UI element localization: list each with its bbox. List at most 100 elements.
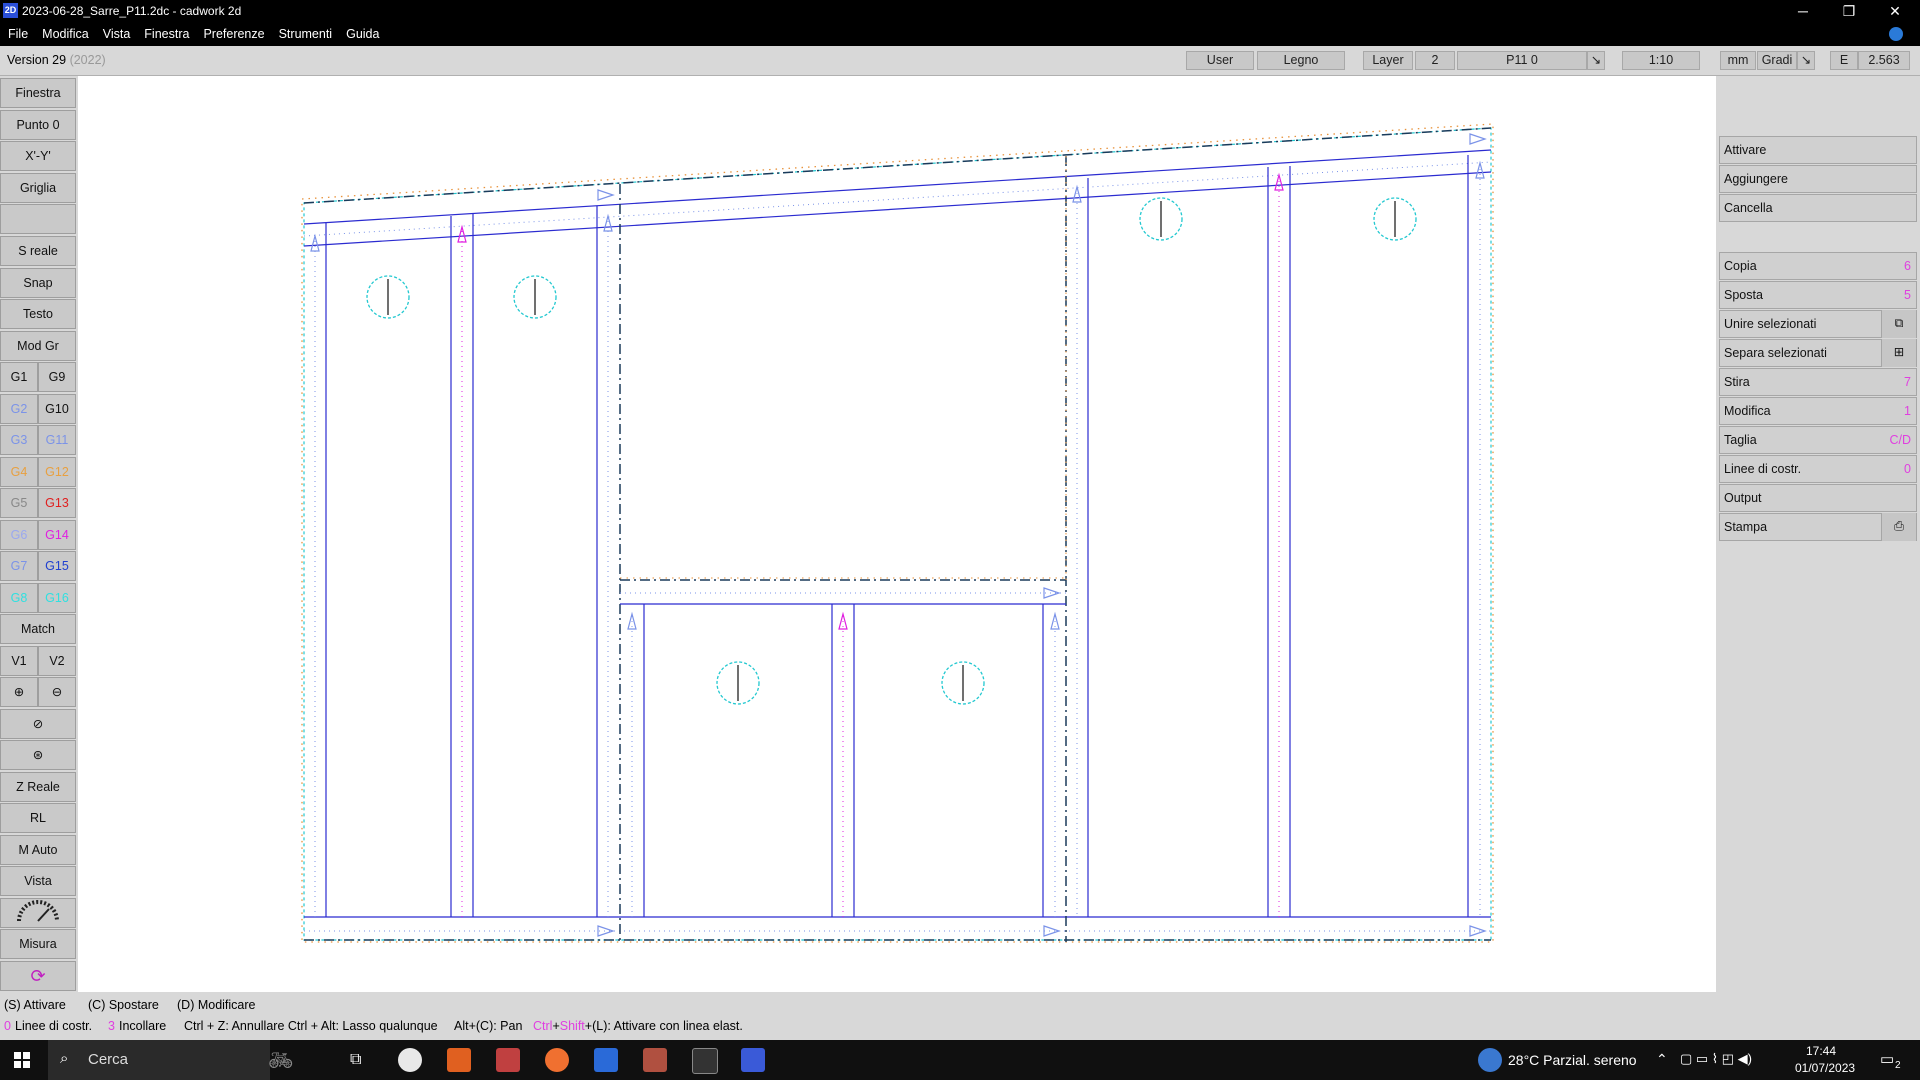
search-placeholder: Cerca: [88, 1051, 129, 1068]
group-button-left[interactable]: G6: [0, 519, 38, 550]
layer-label[interactable]: Layer: [1363, 51, 1413, 70]
group-button-right[interactable]: G16: [38, 582, 76, 613]
group-button-left[interactable]: G7: [0, 551, 38, 581]
group-button-left[interactable]: G8: [0, 582, 38, 613]
e-value[interactable]: 2.563: [1858, 51, 1910, 70]
help-icon[interactable]: [1889, 27, 1903, 41]
modgr-button[interactable]: Mod Gr: [0, 331, 76, 361]
snap-button[interactable]: Snap: [0, 268, 76, 298]
photoshop-icon[interactable]: [447, 1048, 471, 1072]
minimize-button[interactable]: ─: [1780, 0, 1826, 22]
sposta-button[interactable]: Sposta 5: [1719, 281, 1917, 309]
weather-text[interactable]: 28°C Parzial. sereno: [1508, 1052, 1637, 1068]
sreale-button[interactable]: S reale: [0, 236, 76, 266]
group-button-right[interactable]: G11: [38, 425, 76, 455]
group-button-right[interactable]: G15: [38, 551, 76, 581]
group-button-left[interactable]: G5: [0, 488, 38, 518]
menu-preferenze[interactable]: Preferenze: [196, 22, 271, 46]
chevron-up-icon[interactable]: ⌃: [1656, 1051, 1668, 1068]
menu-modifica[interactable]: Modifica: [35, 22, 96, 46]
group-button-right[interactable]: G14: [38, 519, 76, 550]
menu-file[interactable]: File: [0, 22, 35, 46]
clock-date[interactable]: 01/07/2023: [1795, 1061, 1855, 1075]
title-bar: 2D 2023-06-28_Sarre_P11.2dc - cadwork 2d…: [0, 0, 1920, 22]
scale-field[interactable]: 1:10: [1622, 51, 1700, 70]
join-icon[interactable]: ⧉: [1881, 310, 1916, 338]
rl-button[interactable]: RL: [0, 803, 76, 833]
match-button[interactable]: Match: [0, 614, 76, 644]
layer-name[interactable]: P11 0: [1457, 51, 1587, 70]
file-explorer-icon[interactable]: [594, 1048, 618, 1072]
app-icon-red[interactable]: [643, 1048, 667, 1072]
zoom-out-icon[interactable]: ⊖: [38, 677, 76, 707]
printer-icon[interactable]: ⎙: [1881, 513, 1916, 541]
search-box[interactable]: ⌕ Cerca 🚲︎: [48, 1040, 293, 1080]
zoom-all-icon[interactable]: ⊘: [0, 709, 76, 739]
user-field[interactable]: User: [1186, 51, 1254, 70]
group-button-right[interactable]: G13: [38, 488, 76, 518]
group-button-left[interactable]: G2: [0, 393, 38, 424]
group-button-right[interactable]: G12: [38, 456, 76, 487]
zoom-window-icon[interactable]: ⊛: [0, 740, 76, 770]
cadwork-icon[interactable]: [741, 1048, 765, 1072]
stira-button[interactable]: Stira 7: [1719, 368, 1917, 396]
cancella-button[interactable]: Cancella: [1719, 194, 1917, 222]
layer-dropdown-icon[interactable]: ↘: [1587, 51, 1605, 70]
info-bar: Version 29 (2022) User Legno Layer 2 P11…: [0, 46, 1920, 76]
calculator-icon[interactable]: [496, 1048, 520, 1072]
material-field[interactable]: Legno: [1257, 51, 1345, 70]
v1-button[interactable]: V1: [0, 646, 38, 676]
vista-button[interactable]: Vista: [0, 866, 76, 896]
stampa-button[interactable]: Stampa ⎙: [1719, 513, 1917, 541]
menu-finestra[interactable]: Finestra: [137, 22, 196, 46]
split-icon[interactable]: ⊞: [1881, 339, 1916, 367]
xy-button[interactable]: X'-Y': [0, 141, 76, 171]
notification-icon[interactable]: ▭: [1880, 1050, 1894, 1068]
group-button-right[interactable]: G10: [38, 393, 76, 424]
output-button[interactable]: Output: [1719, 484, 1917, 512]
angle-dropdown-icon[interactable]: ↘: [1797, 51, 1815, 70]
zoom-in-icon[interactable]: ⊕: [0, 677, 38, 707]
refresh-icon[interactable]: ⟳: [0, 961, 76, 991]
griglia-button[interactable]: Griglia: [0, 173, 76, 203]
chrome-icon[interactable]: [398, 1048, 422, 1072]
separa-button[interactable]: Separa selezionati ⊞: [1719, 339, 1917, 367]
close-button[interactable]: ✕: [1872, 0, 1918, 22]
copia-button[interactable]: Copia 6: [1719, 252, 1917, 280]
firefox-icon[interactable]: [545, 1048, 569, 1072]
gauge-icon[interactable]: [0, 898, 76, 928]
direction-arrow: [1043, 587, 1061, 599]
attivare-button[interactable]: Attivare: [1719, 136, 1917, 164]
tray-icons[interactable]: ▢ ▭ ⌇ ◰ ◀︎): [1680, 1051, 1752, 1067]
group-button-right[interactable]: G9: [38, 362, 76, 392]
misura-button[interactable]: Misura: [0, 929, 76, 959]
menu-vista[interactable]: Vista: [96, 22, 138, 46]
acrobat-icon[interactable]: [692, 1048, 718, 1074]
zreale-button[interactable]: Z Reale: [0, 772, 76, 802]
v2-button[interactable]: V2: [38, 646, 76, 676]
unit-field[interactable]: mm: [1720, 51, 1756, 70]
clock-time[interactable]: 17:44: [1806, 1044, 1836, 1058]
weather-icon[interactable]: [1478, 1048, 1502, 1072]
task-view-icon[interactable]: ⧉: [350, 1051, 361, 1069]
group-button-left[interactable]: G4: [0, 456, 38, 487]
linee-button[interactable]: Linee di costr. 0: [1719, 455, 1917, 483]
menu-guida[interactable]: Guida: [339, 22, 386, 46]
restore-button[interactable]: ❐: [1826, 0, 1872, 22]
menu-strumenti[interactable]: Strumenti: [272, 22, 340, 46]
sposta-label: Sposta: [1724, 288, 1763, 302]
group-button-left[interactable]: G1: [0, 362, 38, 392]
windows-start-icon[interactable]: [14, 1052, 30, 1068]
testo-button[interactable]: Testo: [0, 299, 76, 329]
mauto-button[interactable]: M Auto: [0, 835, 76, 865]
taglia-button[interactable]: Taglia C/D: [1719, 426, 1917, 454]
angle-unit-field[interactable]: Gradi: [1757, 51, 1797, 70]
layer-number[interactable]: 2: [1415, 51, 1455, 70]
unire-button[interactable]: Unire selezionati ⧉: [1719, 310, 1917, 338]
punto0-button[interactable]: Punto 0: [0, 110, 76, 140]
finestra-button[interactable]: Finestra: [0, 78, 76, 108]
drawing-canvas[interactable]: [78, 76, 1716, 992]
modifica-button[interactable]: Modifica 1: [1719, 397, 1917, 425]
group-button-left[interactable]: G3: [0, 425, 38, 455]
aggiungere-button[interactable]: Aggiungere: [1719, 165, 1917, 193]
